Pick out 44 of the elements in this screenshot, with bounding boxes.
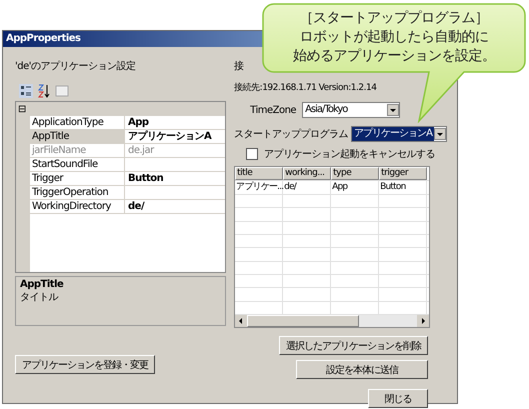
scroll-right-icon[interactable] [417, 315, 430, 327]
property-name[interactable]: ApplicationType [30, 116, 125, 129]
settings-heading: 'de'のアプリケーション設定 [15, 60, 136, 73]
property-value: App [128, 117, 149, 128]
property-name[interactable]: TriggerOperation [30, 186, 125, 199]
description-title: AppTitle [20, 279, 64, 290]
timezone-label: TimeZone [250, 104, 296, 116]
action-button[interactable]: 設定を本体に送信 [296, 360, 428, 379]
timezone-dropdown[interactable]: Asia/Tokyo [302, 102, 400, 118]
table-cell: App [331, 181, 380, 194]
scroll-left-icon[interactable] [235, 315, 248, 327]
table-cell: de/ [283, 181, 332, 194]
categorized-icon[interactable] [19, 84, 33, 98]
property-value: de/ [128, 201, 144, 212]
property-name[interactable]: AppTitle [30, 130, 125, 143]
callout-text: ロボットが起動したら自動的に [300, 28, 488, 47]
startup-label: スタートアッププログラム [234, 128, 348, 141]
callout-text: ［スタートアッププログラム］ [300, 9, 488, 28]
register-button[interactable]: アプリケーションを登録・変更 [15, 355, 155, 374]
property-value: Button [128, 173, 164, 184]
scroll-thumb[interactable] [247, 315, 360, 327]
cancel-checkbox-label: アプリケーション起動をキャンセルする [264, 148, 436, 161]
description-text: タイトル [20, 291, 60, 304]
property-value: アプリケーションA [128, 131, 212, 142]
sort-az-icon[interactable] [37, 84, 51, 98]
property-name[interactable]: WorkingDirectory [30, 200, 125, 213]
collapse-toggle[interactable]: ⊟ [18, 104, 26, 114]
cancel-checkbox[interactable] [246, 148, 258, 160]
table-cell: アプリケー... [235, 181, 284, 194]
column-header[interactable]: title [235, 167, 284, 180]
property-name[interactable]: StartSoundFile [30, 158, 125, 171]
close-button[interactable]: 閉じる [368, 389, 428, 408]
connection-info: 接続先:192.168.1.71 Version:1.2.14 [234, 82, 378, 94]
action-button[interactable]: 選択したアプリケーションを削除 [279, 336, 428, 355]
property-name[interactable]: Trigger [30, 172, 125, 185]
column-header[interactable]: type [331, 167, 380, 180]
table-cell: Button [379, 181, 428, 194]
startup-dropdown[interactable]: アプリケーションA [351, 126, 447, 142]
section-label: 接 [234, 60, 245, 73]
column-header[interactable]: trigger [379, 167, 428, 180]
horizontal-scrollbar[interactable] [235, 315, 430, 327]
property-value: de.jar [128, 145, 154, 156]
callout-text: 始めるアプリケーションを設定。 [292, 47, 496, 66]
column-header[interactable]: working... [283, 167, 332, 180]
